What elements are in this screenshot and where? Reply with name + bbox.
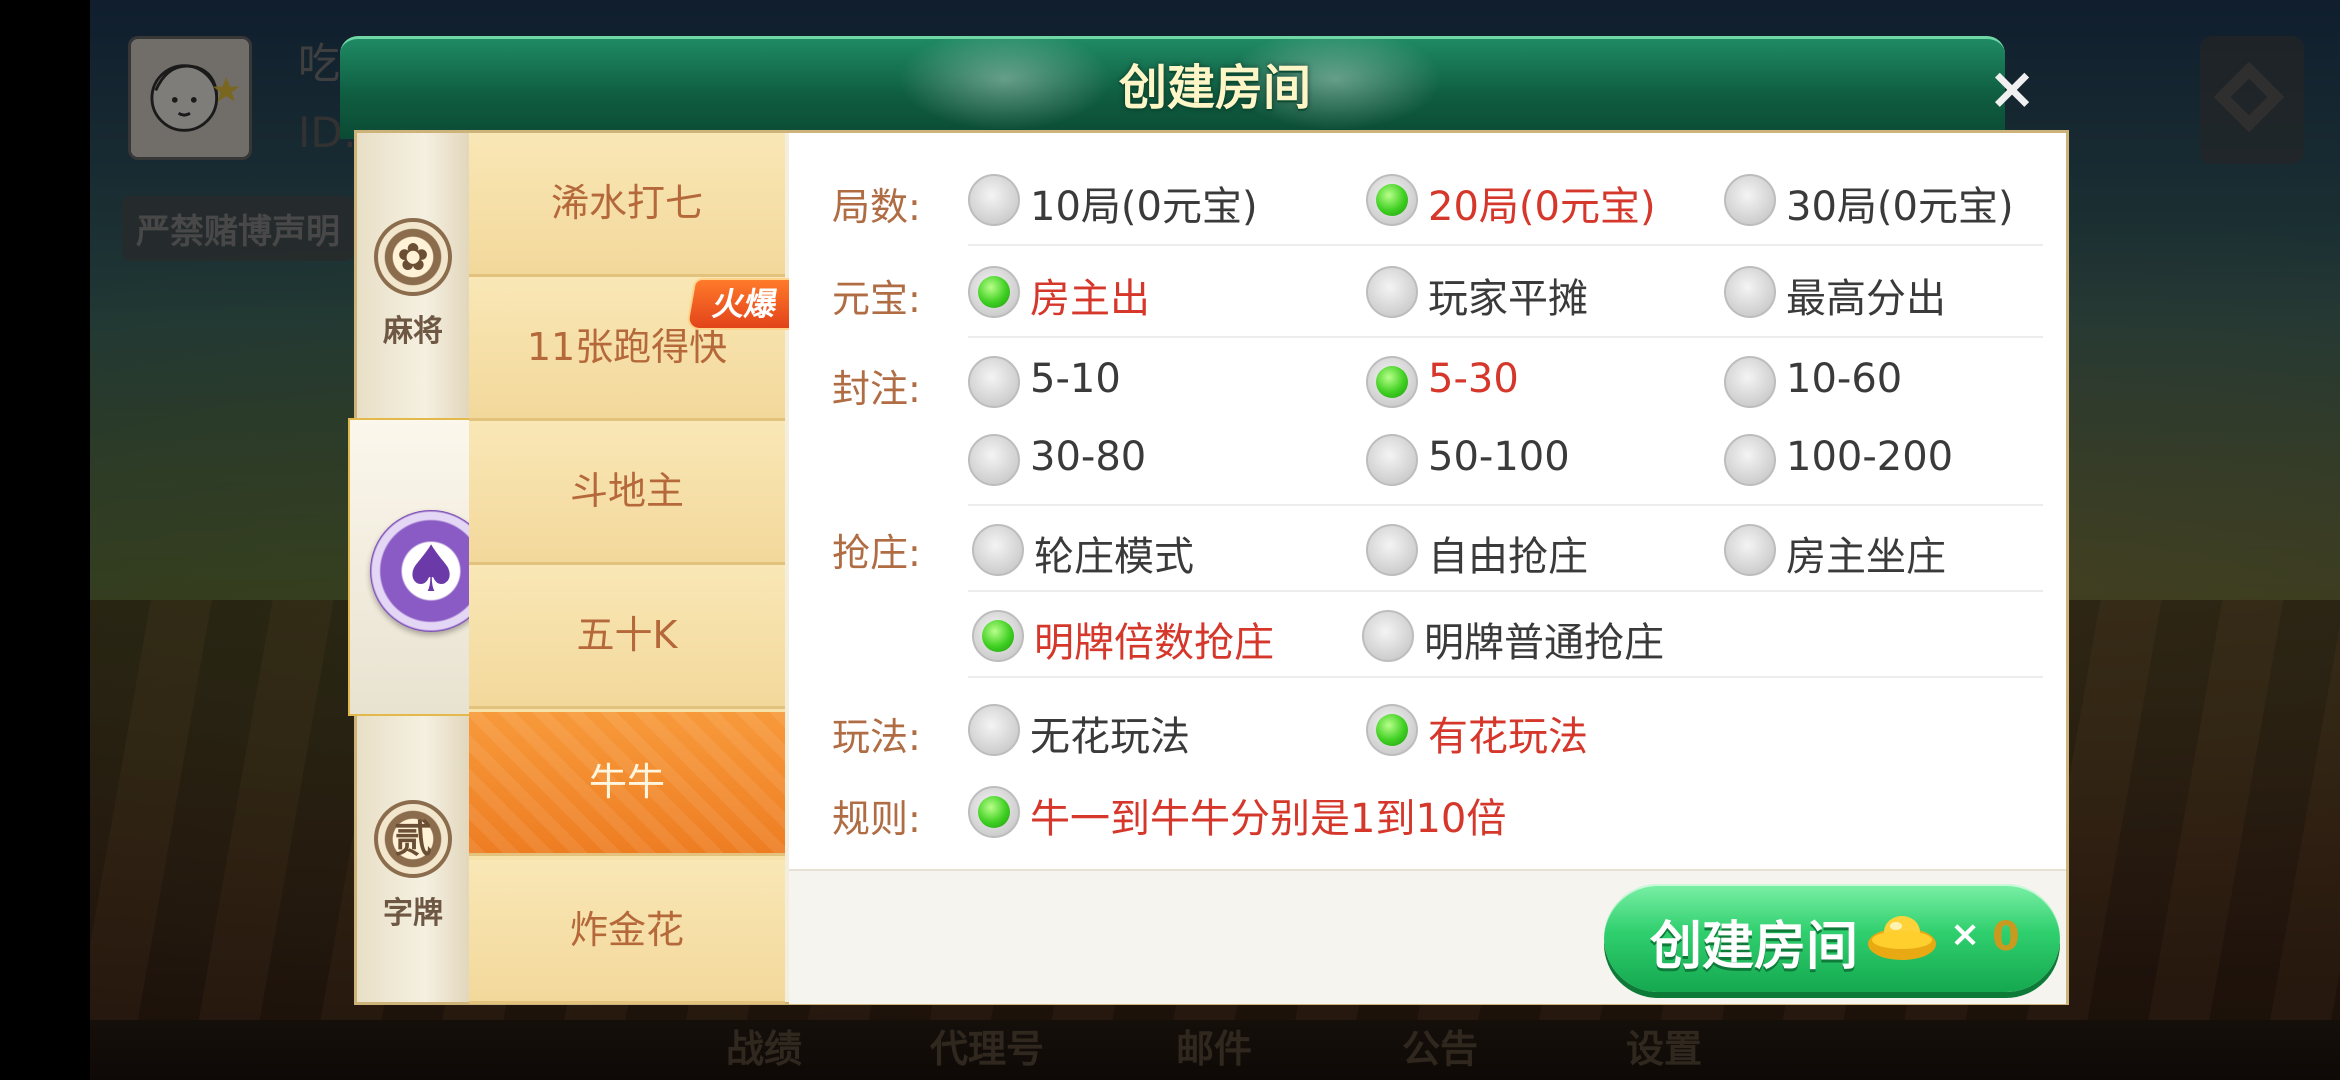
- divider: [968, 590, 2043, 592]
- play-option-no-flower-text: 无花玩法: [1030, 714, 1190, 760]
- radio-icon: [1366, 266, 1418, 318]
- category-mahjong-label: 麻将: [383, 314, 443, 349]
- radio-icon: [968, 434, 1020, 486]
- radio-selected-icon: [968, 786, 1020, 838]
- category-zipai-label: 字牌: [383, 896, 443, 931]
- game-item-doudizhu[interactable]: 斗地主: [469, 421, 785, 565]
- flower-emblem-icon: ✿: [374, 218, 452, 296]
- banker-option-rotate-text: 轮庄模式: [1034, 534, 1194, 580]
- dialog-title: 创建房间: [1118, 60, 1311, 116]
- play-option-flower-text: 有花玩法: [1428, 714, 1588, 760]
- divider: [968, 244, 2043, 246]
- cap-option-30-80-text: 30-80: [1030, 434, 1147, 480]
- rounds-option-10-text: 10局(0元宝): [1030, 184, 1258, 230]
- create-room-button[interactable]: 创建房间 × 0: [1604, 884, 2060, 992]
- radio-selected-icon: [968, 266, 1020, 318]
- radio-icon: [1366, 434, 1418, 486]
- ingot-option-highest-text: 最高分出: [1786, 276, 1946, 322]
- radio-selected-icon: [1366, 356, 1418, 408]
- banker-label: 抢庄:: [832, 531, 921, 575]
- er-character-icon: 贰: [374, 800, 452, 878]
- radio-icon: [1724, 174, 1776, 226]
- radio-icon: [972, 524, 1024, 576]
- radio-icon: [1362, 610, 1414, 662]
- ingot-option-split-text: 玩家平摊: [1428, 276, 1588, 322]
- divider: [968, 336, 2043, 338]
- game-item-wushik[interactable]: 五十K: [469, 565, 785, 709]
- radio-icon: [968, 704, 1020, 756]
- close-icon[interactable]: ×: [1982, 58, 2042, 118]
- rule-label: 规则:: [832, 797, 921, 841]
- radio-icon: [1724, 266, 1776, 318]
- category-mahjong[interactable]: ✿ 麻将: [357, 218, 469, 350]
- hot-badge: 火爆: [685, 278, 805, 330]
- play-label: 玩法:: [832, 715, 921, 759]
- create-room-button-label: 创建房间: [1650, 917, 1859, 977]
- cap-label: 封注:: [832, 367, 921, 411]
- game-item-xishui[interactable]: 浠水打七: [469, 133, 785, 277]
- radio-icon: [968, 356, 1020, 408]
- category-zipai[interactable]: 贰 字牌: [357, 800, 469, 932]
- radio-selected-icon: [972, 610, 1024, 662]
- game-item-niuniu[interactable]: 牛牛: [469, 712, 785, 856]
- radio-icon: [968, 174, 1020, 226]
- ingot-cost: 0: [1992, 914, 2020, 960]
- cap-option-5-30-text: 5-30: [1428, 356, 1519, 402]
- radio-selected-icon: [1366, 174, 1418, 226]
- radio-icon: [1724, 356, 1776, 408]
- gold-ingot-icon: [1868, 916, 1936, 960]
- radio-selected-icon: [1366, 704, 1418, 756]
- divider: [968, 504, 2043, 506]
- ingot-label: 元宝:: [832, 277, 921, 321]
- cap-option-100-200-text: 100-200: [1786, 434, 1954, 480]
- cap-option-5-10-text: 5-10: [1030, 356, 1121, 402]
- game-item-zhajinhua[interactable]: 炸金花: [469, 860, 785, 1004]
- radio-icon: [1724, 524, 1776, 576]
- rule-option-multiplier-text: 牛一到牛牛分别是1到10倍: [1030, 796, 1507, 842]
- radio-icon: [1366, 524, 1418, 576]
- rounds-option-20-text: 20局(0元宝): [1428, 184, 1656, 230]
- radio-icon: [1724, 434, 1776, 486]
- divider: [968, 676, 2043, 678]
- ingot-multiplier: ×: [1950, 914, 1981, 955]
- banker-option-host-text: 房主坐庄: [1786, 534, 1946, 580]
- ingot-option-host-text: 房主出: [1030, 276, 1150, 322]
- cap-option-10-60-text: 10-60: [1786, 356, 1903, 402]
- rounds-label: 局数:: [832, 185, 921, 229]
- banker-option-open-normal-text: 明牌普通抢庄: [1424, 620, 1664, 666]
- banker-option-open-multiplier-text: 明牌倍数抢庄: [1034, 620, 1274, 666]
- rounds-option-30-text: 30局(0元宝): [1786, 184, 2014, 230]
- banker-option-free-text: 自由抢庄: [1428, 534, 1588, 580]
- cap-option-50-100-text: 50-100: [1428, 434, 1570, 480]
